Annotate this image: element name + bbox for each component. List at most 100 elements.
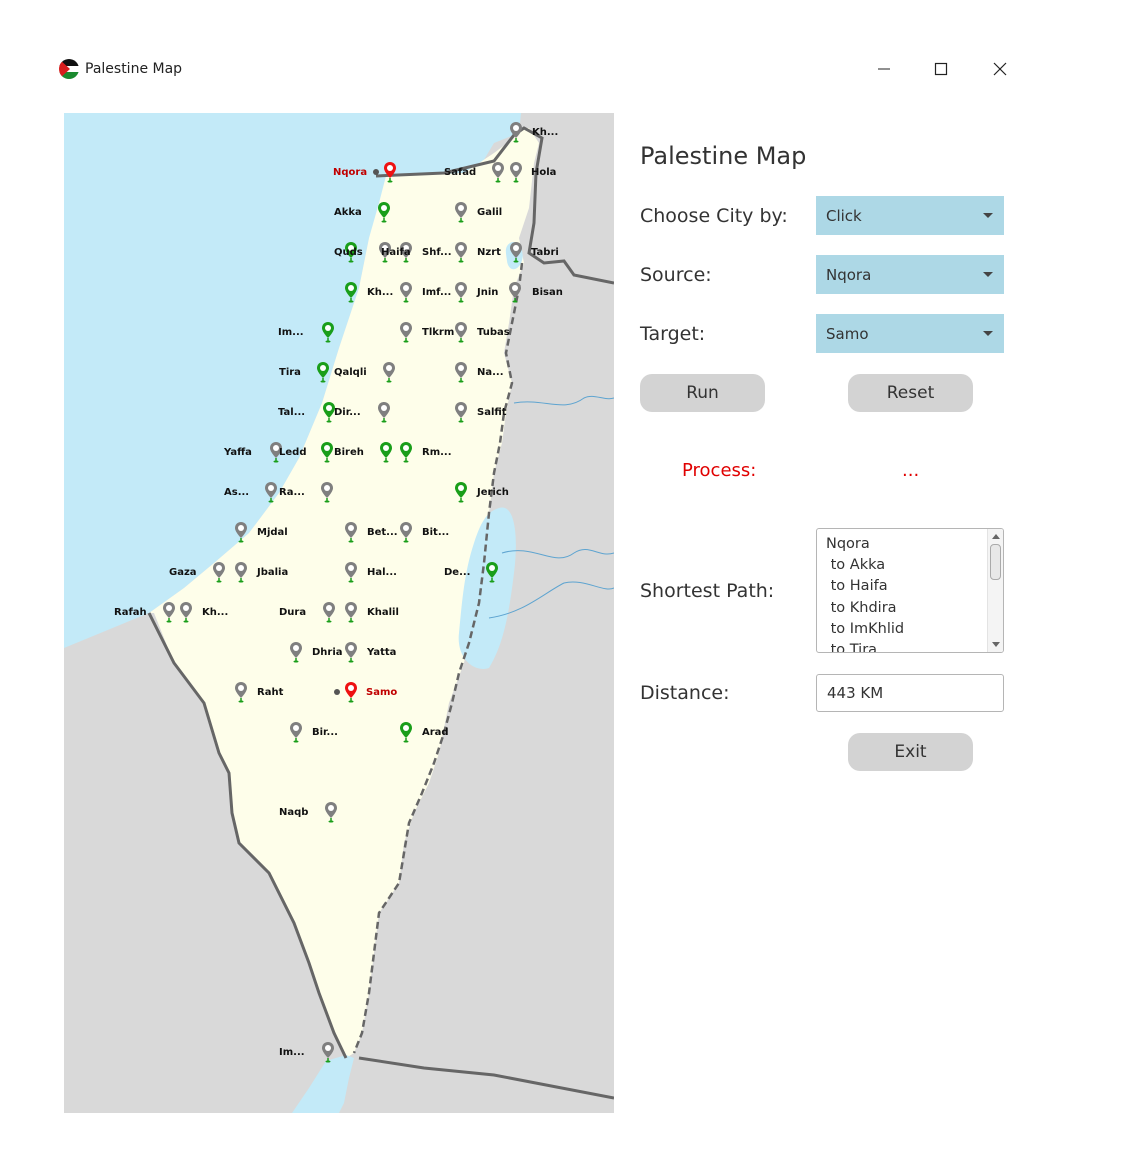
target-select[interactable]: Samo — [816, 314, 1004, 353]
map-pin-icon[interactable] — [316, 361, 330, 383]
map-pin-icon[interactable] — [289, 641, 303, 663]
map-pin-icon[interactable] — [509, 121, 523, 143]
city-label: Dura — [279, 607, 307, 618]
map-pin-icon[interactable] — [234, 681, 248, 703]
map-pin-icon[interactable] — [344, 281, 358, 303]
process-value: ... — [902, 460, 920, 481]
distance-field[interactable]: 443 KM — [816, 674, 1004, 712]
city-label: Dir... — [334, 407, 361, 418]
map-pin-icon[interactable] — [212, 561, 226, 583]
city-label: Arad — [422, 727, 449, 738]
city-label: Yaffa — [224, 447, 252, 458]
map-pin-icon[interactable] — [454, 201, 468, 223]
map-pin-icon[interactable] — [454, 281, 468, 303]
chevron-down-icon — [983, 213, 993, 218]
map-pin-icon[interactable] — [399, 281, 413, 303]
distance-label: Distance: — [640, 682, 730, 704]
shortest-path-list[interactable]: Nqora to Akka to Haifa to Khdira to ImKh… — [816, 528, 1004, 653]
map-pin-icon[interactable] — [509, 241, 523, 263]
map-pin-icon[interactable] — [324, 801, 338, 823]
map-pin-icon[interactable] — [399, 721, 413, 743]
city-label: Imf... — [422, 287, 452, 298]
path-item[interactable]: Nqora — [826, 534, 904, 555]
map-pin-icon[interactable] — [321, 321, 335, 343]
palestine-map[interactable]: Kh... Safad Hola Akka Galil Quds Haifa Shf... Nz… — [64, 113, 614, 1113]
map-pin-icon[interactable] — [289, 721, 303, 743]
map-pin-icon[interactable] — [162, 601, 176, 623]
path-item[interactable]: to Tira — [826, 640, 904, 652]
city-label: Khalil — [367, 607, 399, 618]
source-select[interactable]: Nqora — [816, 255, 1004, 294]
map-pin-icon[interactable] — [454, 321, 468, 343]
maximize-icon — [934, 62, 948, 76]
window-title: Palestine Map — [85, 61, 183, 77]
map-pin-icon[interactable] — [344, 521, 358, 543]
map-pin-icon[interactable] — [322, 601, 336, 623]
city-label: Salfit — [477, 407, 507, 418]
map-pin-icon[interactable] — [320, 441, 334, 463]
maximize-button[interactable] — [926, 54, 956, 84]
app-flag-icon — [59, 59, 79, 79]
exit-button[interactable]: Exit — [848, 733, 973, 771]
map-pin-icon[interactable] — [264, 481, 278, 503]
scroll-up-icon[interactable] — [992, 534, 1000, 539]
map-pin-icon[interactable] — [179, 601, 193, 623]
map-pin-icon[interactable] — [508, 281, 522, 303]
map-pin-icon[interactable] — [491, 161, 505, 183]
map-pin-icon[interactable] — [377, 201, 391, 223]
map-pin-icon[interactable] — [320, 481, 334, 503]
map-pin-icon[interactable] — [344, 601, 358, 623]
close-button[interactable] — [985, 54, 1015, 84]
map-pin-icon[interactable] — [454, 361, 468, 383]
map-pin-icon[interactable] — [321, 1041, 335, 1063]
map-pin-icon[interactable] — [383, 161, 397, 183]
city-label: Kh... — [202, 607, 229, 618]
target-city-label: Samo — [366, 687, 398, 698]
path-item[interactable]: to ImKhlid — [826, 619, 905, 640]
map-pin-icon[interactable] — [234, 521, 248, 543]
city-label: Akka — [334, 207, 362, 218]
map-pin-icon[interactable] — [379, 441, 393, 463]
city-label: Bireh — [334, 447, 364, 458]
scroll-down-icon[interactable] — [992, 642, 1000, 647]
map-pin-icon[interactable] — [344, 641, 358, 663]
map-pin-icon[interactable] — [344, 681, 358, 703]
map-pin-icon[interactable] — [485, 561, 499, 583]
scroll-thumb[interactable] — [990, 544, 1001, 580]
city-label: Shf... — [422, 247, 452, 258]
minimize-button[interactable] — [869, 54, 899, 84]
choose-city-select[interactable]: Click — [816, 196, 1004, 235]
run-button[interactable]: Run — [640, 374, 765, 412]
path-item[interactable]: to Akka — [826, 555, 904, 576]
city-label: Bet... — [367, 527, 398, 538]
scrollbar[interactable] — [987, 529, 1003, 652]
target-value: Samo — [826, 324, 869, 343]
map-pin-icon[interactable] — [344, 561, 358, 583]
map-pin-icon[interactable] — [399, 321, 413, 343]
city-label: Hola — [531, 167, 557, 178]
map-pin-icon[interactable] — [509, 161, 523, 183]
choose-city-value: Click — [826, 206, 862, 225]
map-pin-icon[interactable] — [454, 481, 468, 503]
route-dot — [334, 689, 340, 695]
city-label: Raht — [257, 687, 284, 698]
path-item[interactable]: to Khdira — [826, 598, 904, 619]
city-label: Kh... — [532, 127, 559, 138]
chevron-down-icon — [983, 272, 993, 277]
city-label: Qalqli — [334, 367, 367, 378]
reset-button[interactable]: Reset — [848, 374, 973, 412]
map-pin-icon[interactable] — [399, 521, 413, 543]
path-item[interactable]: to Haifa — [826, 576, 904, 597]
map-pin-icon[interactable] — [454, 241, 468, 263]
map-pin-icon[interactable] — [377, 401, 391, 423]
map-pin-icon[interactable] — [234, 561, 248, 583]
city-label: Rafah — [114, 607, 147, 618]
city-label: Gaza — [169, 567, 197, 578]
map-pin-icon[interactable] — [382, 361, 396, 383]
map-pin-icon[interactable] — [454, 401, 468, 423]
process-label: Process: — [682, 460, 757, 481]
city-label: Bir... — [312, 727, 338, 738]
map-pin-icon[interactable] — [399, 441, 413, 463]
source-value: Nqora — [826, 265, 872, 284]
city-label: Galil — [477, 207, 503, 218]
